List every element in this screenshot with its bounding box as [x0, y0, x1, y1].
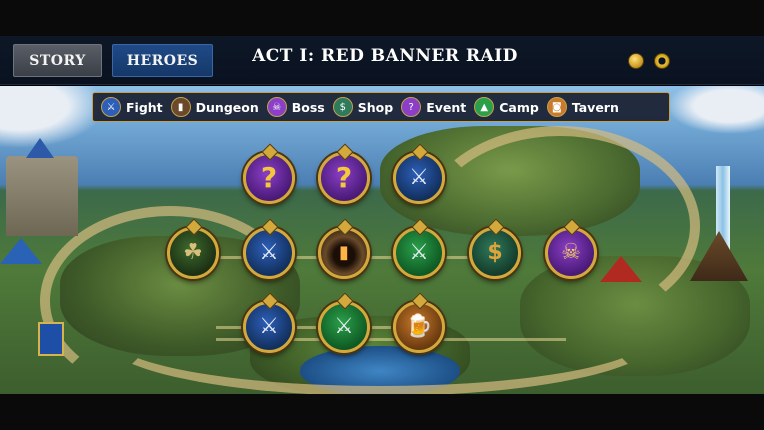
ale-mug-icon: ◙	[546, 97, 567, 117]
legend-label: Event	[426, 99, 467, 115]
blue-tent	[0, 238, 42, 264]
ale-mug-icon: 🍺	[405, 314, 433, 339]
legend-item-event[interactable]: ? Event	[401, 97, 466, 117]
dungeon-gate-icon: ▮	[170, 97, 191, 117]
map-node-hero-start[interactable]: ☘	[167, 227, 219, 279]
crossed-swords-icon: ⚔	[334, 314, 354, 339]
question-mark-icon: ?	[335, 161, 353, 194]
legend-item-tavern[interactable]: ◙ Tavern	[546, 97, 619, 117]
castle	[6, 138, 78, 236]
legend-label: Boss	[291, 99, 325, 115]
letterbox-top	[0, 0, 764, 36]
map-node-shop[interactable]: $	[469, 227, 521, 279]
page-title: ACT I: RED BANNER RAID	[252, 46, 518, 66]
dungeon-gate-icon: ▮	[339, 242, 349, 263]
money-bag-icon: $	[487, 240, 503, 265]
legend-label: Fight	[126, 99, 163, 115]
legend-label: Tavern	[571, 99, 619, 115]
crossed-swords-icon: ⚔	[259, 314, 279, 339]
crossed-swords-icon: ⚔	[259, 240, 279, 265]
legend-item-camp[interactable]: ▲ Camp	[474, 97, 539, 117]
crossed-swords-icon: ⚔	[409, 240, 429, 265]
gold-ring-icon	[654, 53, 670, 69]
money-bag-icon: $	[332, 97, 353, 117]
map-node-fight[interactable]: ⚔	[393, 152, 445, 204]
map-node-fight[interactable]: ⚔	[243, 301, 295, 353]
legend-label: Dungeon	[195, 99, 259, 115]
crossed-swords-icon: ⚔	[409, 165, 429, 190]
legend-item-fight[interactable]: ⚔ Fight	[101, 97, 163, 117]
question-mark-icon: ?	[260, 161, 278, 194]
map-node-tavern[interactable]: 🍺	[393, 301, 445, 353]
map-node-event[interactable]: ?	[318, 152, 370, 204]
dirt-path	[100, 276, 660, 394]
tab-story[interactable]: STORY	[13, 44, 102, 77]
map-node-camp[interactable]: ⚔	[318, 301, 370, 353]
legend-item-dungeon[interactable]: ▮ Dungeon	[170, 97, 259, 117]
legend-label: Camp	[499, 99, 539, 115]
map-node-dungeon[interactable]: ▮	[318, 227, 370, 279]
map-node-boss[interactable]: ☠	[545, 227, 597, 279]
legend-item-shop[interactable]: $ Shop	[332, 97, 394, 117]
campfire-icon: ▲	[474, 97, 495, 117]
skull-crown-icon: ☠	[266, 97, 287, 117]
legend-item-boss[interactable]: ☠ Boss	[266, 97, 325, 117]
top-bar: STORY HEROES ACT I: RED BANNER RAID	[0, 36, 764, 85]
question-mark-icon: ?	[401, 97, 422, 117]
map-node-fight[interactable]: ⚔	[243, 227, 295, 279]
letterbox-bottom	[0, 394, 764, 430]
blue-banner	[38, 322, 64, 356]
map-node-camp[interactable]: ⚔	[393, 227, 445, 279]
crossed-swords-icon: ⚔	[101, 97, 121, 117]
gold-coin-icon	[628, 53, 644, 69]
skull-crown-icon: ☠	[561, 240, 581, 265]
hero-portrait-icon: ☘	[183, 240, 203, 265]
world-map: ⚔ Fight ▮ Dungeon ☠ Boss $ Shop ? Event …	[0, 86, 764, 394]
node-legend: ⚔ Fight ▮ Dungeon ☠ Boss $ Shop ? Event …	[92, 92, 670, 122]
tab-heroes[interactable]: HEROES	[112, 44, 213, 77]
legend-label: Shop	[357, 99, 394, 115]
map-node-event[interactable]: ?	[243, 152, 295, 204]
